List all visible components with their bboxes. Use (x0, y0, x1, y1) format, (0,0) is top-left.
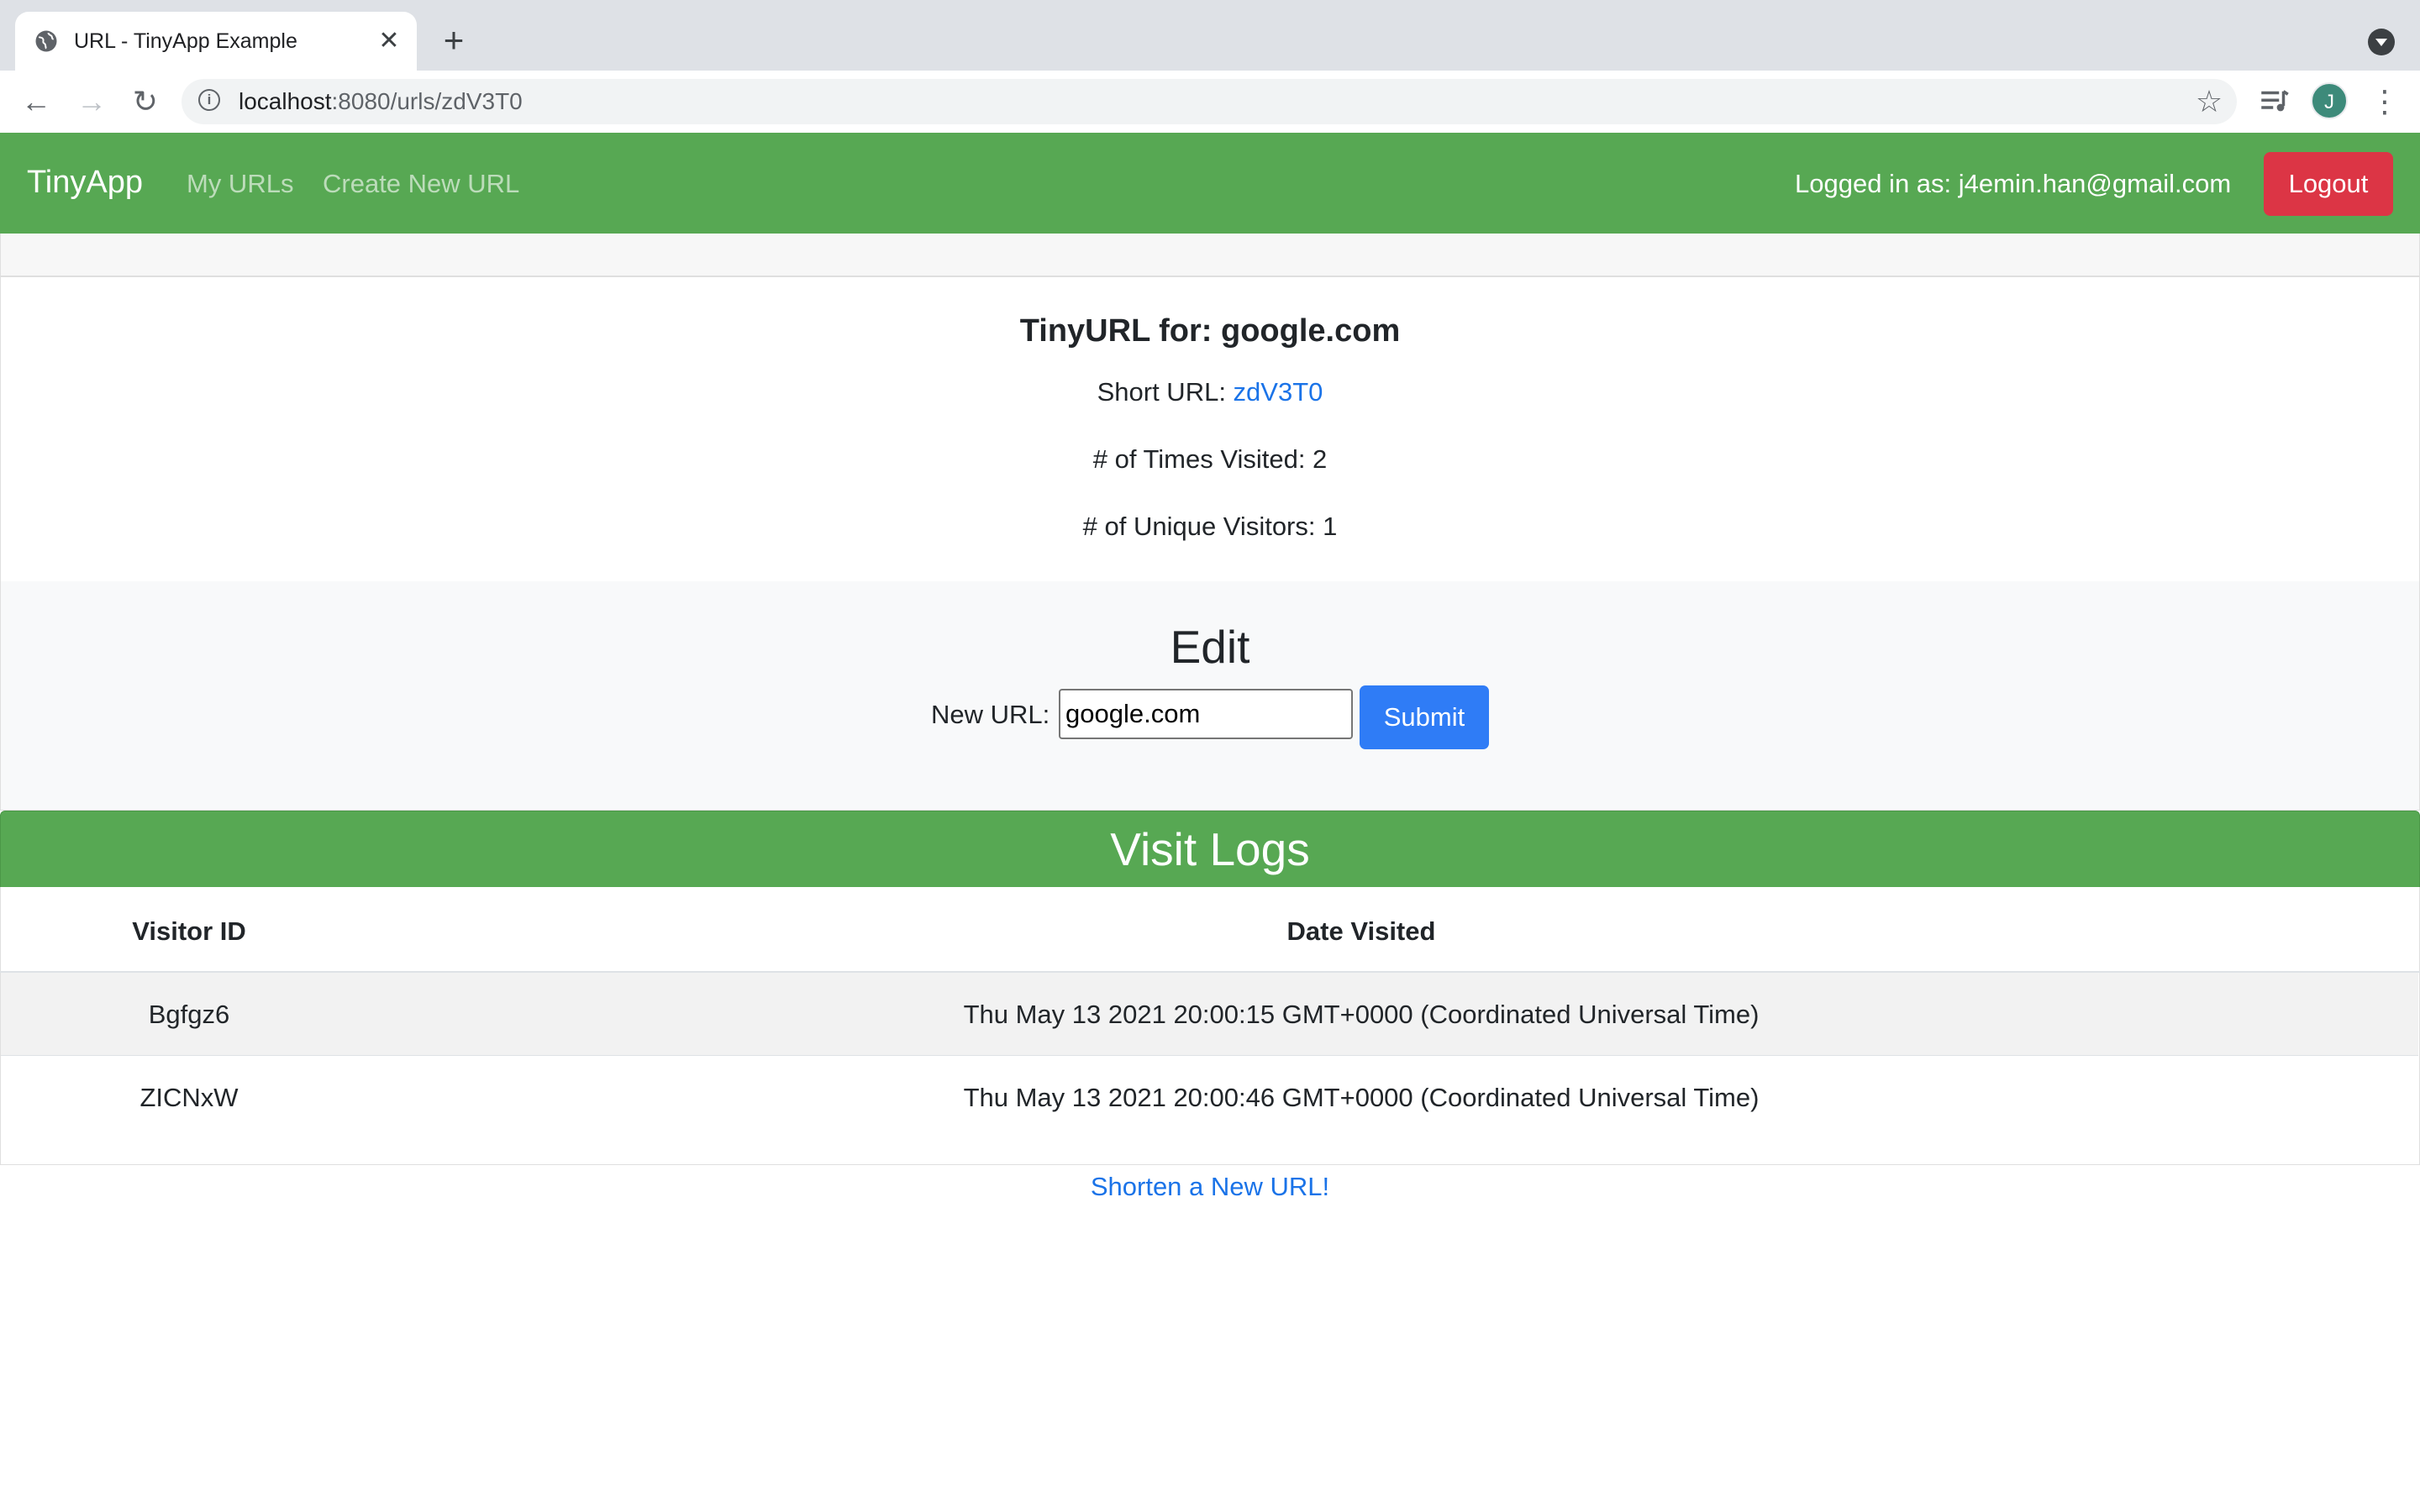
unique-visitors: # of Unique Visitors: 1 (1082, 512, 1338, 541)
url-info-title: TinyURL for: google.com (1019, 313, 1401, 349)
profile-avatar[interactable]: J (2311, 82, 2348, 119)
date-visited-cell: Thu May 13 2021 20:00:15 GMT+0000 (Coord… (963, 1000, 1760, 1029)
column-header-date-visited: Date Visited (1286, 916, 1436, 946)
logout-button[interactable]: Logout (2264, 152, 2393, 216)
visit-logs-title: Visit Logs (1110, 823, 1310, 875)
visitor-id-cell: ZICNxW (139, 1083, 239, 1112)
brand-link[interactable]: TinyApp (27, 161, 143, 203)
date-visited-cell: Thu May 13 2021 20:00:46 GMT+0000 (Coord… (963, 1083, 1760, 1112)
tab-title: URL - TinyApp Example (74, 29, 297, 53)
reload-icon[interactable]: ↻ (126, 82, 165, 121)
tab-search-icon[interactable] (2368, 29, 2395, 55)
globe-icon (35, 30, 57, 52)
media-control-icon[interactable] (2257, 84, 2292, 119)
shorten-new-url-link[interactable]: Shorten a New URL! (1091, 1172, 1329, 1201)
back-arrow-icon[interactable]: ← (17, 82, 55, 121)
column-header-visitor-id: Visitor ID (132, 916, 246, 946)
submit-button[interactable]: Submit (1360, 685, 1489, 749)
plus-icon[interactable]: + (437, 23, 471, 58)
times-visited: # of Times Visited: 2 (1092, 444, 1328, 474)
browser-tab[interactable]: URL - TinyApp Example ✕ (15, 12, 417, 71)
shorten-new-url-container: Shorten a New URL! (0, 1169, 2420, 1205)
star-icon[interactable]: ☆ (2191, 84, 2227, 119)
url-host: localhost (239, 88, 332, 114)
short-url-label: Short URL: (1097, 377, 1234, 407)
short-url-link[interactable]: zdV3T0 (1234, 377, 1323, 407)
kebab-menu-icon[interactable]: ⋮ (2370, 84, 2400, 119)
info-icon[interactable]: i (198, 89, 220, 111)
nav-my-urls[interactable]: My URLs (187, 166, 293, 202)
short-url-line: Short URL: zdV3T0 (0, 375, 2420, 410)
close-icon[interactable]: ✕ (375, 27, 403, 55)
logged-in-text: Logged in as: j4emin.han@gmail.com (1795, 169, 2232, 198)
url-path: :8080/urls/zdV3T0 (331, 88, 523, 114)
new-url-label: New URL: (931, 700, 1050, 729)
edit-title: Edit (1170, 621, 1250, 673)
new-url-input[interactable] (1059, 689, 1353, 739)
nav-create-new-url[interactable]: Create New URL (323, 166, 519, 202)
visitor-id-cell: Bgfgz6 (148, 1000, 230, 1029)
forward-arrow-icon[interactable]: → (72, 82, 111, 121)
address-bar-url[interactable]: localhost:8080/urls/zdV3T0 (239, 85, 523, 118)
card-header (0, 234, 2420, 276)
